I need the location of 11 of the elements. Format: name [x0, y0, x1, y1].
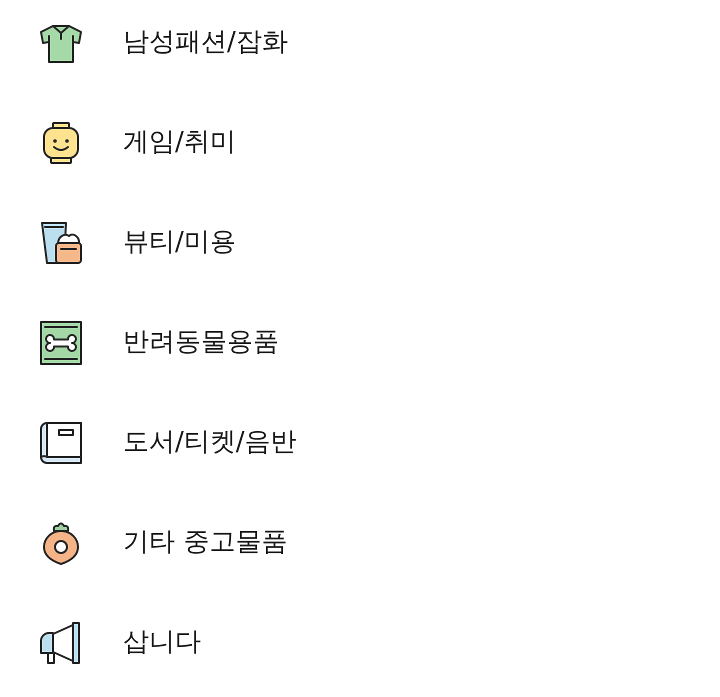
category-item[interactable]: 뷰티/미용 [39, 213, 236, 273]
category-item[interactable]: 반려동물용품 [39, 313, 279, 373]
category-item[interactable]: 기타 중고물품 [39, 513, 288, 573]
category-item[interactable]: 게임/취미 [39, 113, 236, 173]
book-icon [39, 421, 83, 465]
megaphone-icon [39, 621, 83, 665]
category-item[interactable]: 남성패션/잡화 [39, 13, 288, 73]
category-item[interactable]: 도서/티켓/음반 [39, 413, 297, 473]
bone-card-icon [39, 321, 83, 365]
category-item[interactable]: 삽니다 [39, 613, 201, 673]
tube-and-jar-icon [39, 221, 83, 265]
